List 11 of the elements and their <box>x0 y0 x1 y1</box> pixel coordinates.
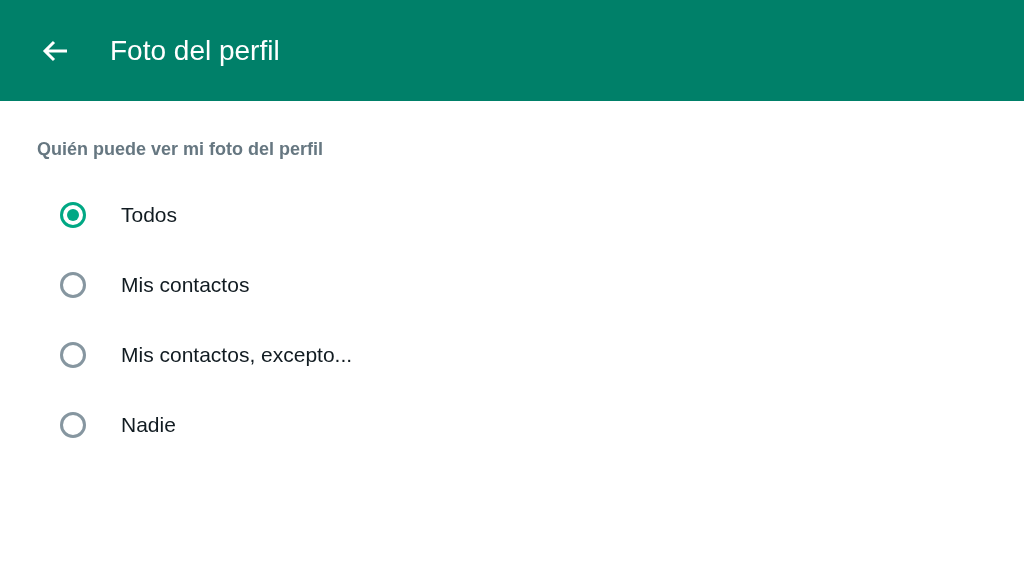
radio-button[interactable] <box>60 412 86 438</box>
screen-title: Foto del perfil <box>110 34 280 67</box>
radio-button[interactable] <box>60 202 86 228</box>
option-label: Mis contactos <box>121 273 250 297</box>
section-label: Quién puede ver mi foto del perfil <box>37 139 325 160</box>
radio-button[interactable] <box>60 342 86 368</box>
option-label: Todos <box>121 203 178 227</box>
option-label: Nadie <box>121 413 176 437</box>
back-arrow-icon <box>42 39 68 62</box>
option-label: Mis contactos, excepto... <box>121 343 353 367</box>
radio-button[interactable] <box>60 272 86 298</box>
